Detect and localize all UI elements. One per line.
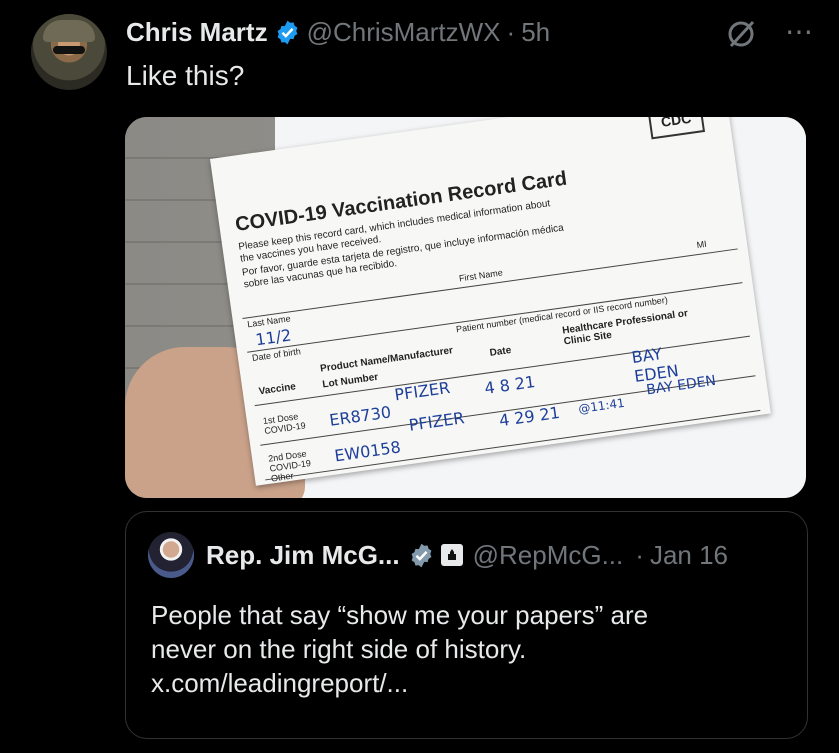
quoted-separator-dot: · — [635, 539, 644, 570]
author-avatar[interactable] — [31, 14, 107, 90]
avatar-cap — [43, 20, 95, 42]
quoted-tweet-text: People that say “show me your papers” ar… — [151, 598, 771, 700]
vaccine-header: Vaccine — [258, 381, 297, 398]
government-capitol-icon — [440, 544, 463, 566]
tweet-header: Chris Martz @ChrisMartzWX · 5h — [126, 16, 550, 48]
handwritten-pfizer-1: PFIZER — [393, 377, 452, 405]
separator-dot: · — [506, 16, 516, 47]
quoted-text-line: People that say “show me your papers” ar… — [151, 600, 649, 630]
quoted-author-avatar — [148, 532, 194, 578]
handwritten-lot-1: ER8730 — [328, 402, 393, 430]
verified-badge-icon — [277, 20, 297, 44]
cdc-logo: CDC — [647, 117, 706, 140]
quoted-tweet-header: Rep. Jim McG... @RepMcG... · Jan 16 — [206, 538, 728, 572]
tweet-timestamp[interactable]: 5h — [521, 17, 550, 48]
handwritten-date-2: 4 29 21 — [497, 402, 562, 431]
handwritten-pfizer-2: PFIZER — [407, 408, 466, 435]
tweet-media-image[interactable]: CDC COVID-19 Vaccination Record Card Ple… — [125, 117, 806, 498]
quoted-link[interactable]: x.com/leadingreport/... — [151, 666, 771, 700]
product-header: Product Name/Manufacturer — [319, 345, 454, 375]
dose2-label: 2nd Dose COVID-19 — [267, 448, 312, 474]
grok-icon[interactable] — [724, 17, 758, 51]
lot-header: Lot Number — [321, 371, 379, 391]
mi-label: MI — [696, 238, 708, 251]
first-name-label: First Name — [458, 267, 504, 284]
avatar-sunglasses — [53, 46, 85, 54]
date-header: Date — [489, 344, 513, 359]
more-options-icon[interactable]: ⋯ — [778, 14, 818, 48]
quoted-tweet-timestamp: Jan 16 — [649, 539, 729, 570]
quoted-tweet[interactable]: Rep. Jim McG... @RepMcG... · Jan 16 Peop… — [125, 511, 808, 739]
author-handle[interactable]: @ChrisMartzWX — [307, 17, 501, 48]
quoted-author-handle: @RepMcG... — [472, 539, 624, 570]
quoted-text-line: never on the right side of history. — [151, 634, 527, 664]
dose1-label: 1st Dose COVID-19 — [262, 411, 307, 437]
quoted-author-name: Rep. Jim McG... — [206, 539, 400, 570]
handwritten-date-1: 4 8 21 — [483, 372, 537, 398]
verified-gray-badge-icon — [411, 543, 432, 567]
tweet-text: Like this? — [126, 60, 245, 91]
author-name[interactable]: Chris Martz — [126, 17, 268, 48]
